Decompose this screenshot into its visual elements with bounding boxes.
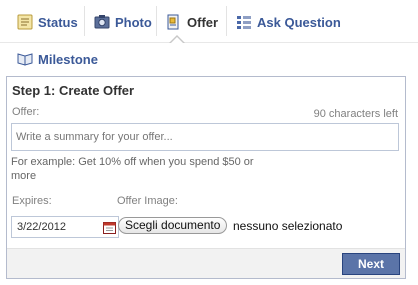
tab-status[interactable]: Status bbox=[17, 9, 78, 35]
composer-tabs: Status Photo Offer Ask Question Mileston… bbox=[0, 0, 418, 76]
calendar-icon[interactable] bbox=[103, 221, 116, 234]
file-status: nessuno selezionato bbox=[233, 219, 343, 233]
tab-status-label: Status bbox=[38, 14, 78, 30]
tab-row-divider bbox=[0, 42, 418, 43]
tab-photo-label: Photo bbox=[115, 14, 152, 30]
tab-offer[interactable]: Offer bbox=[166, 9, 218, 35]
question-icon bbox=[237, 16, 251, 29]
tab-ask-question[interactable]: Ask Question bbox=[236, 9, 341, 35]
expires-date-input[interactable]: 3/22/2012 bbox=[11, 216, 119, 238]
selected-tab-caret-fill bbox=[170, 37, 184, 44]
tab-milestone-label: Milestone bbox=[38, 51, 98, 67]
expires-label: Expires: bbox=[12, 195, 52, 207]
composer: Status Photo Offer Ask Question Mileston… bbox=[0, 0, 418, 285]
step-title: Step 1: Create Offer bbox=[12, 83, 135, 98]
offer-image-label: Offer Image: bbox=[117, 195, 178, 207]
offer-summary-placeholder: Write a summary for your offer... bbox=[16, 131, 173, 143]
photo-icon bbox=[94, 15, 110, 29]
offer-example-hint: For example: Get 10% off when you spend … bbox=[11, 156, 254, 182]
tab-ask-question-label: Ask Question bbox=[257, 14, 341, 30]
tab-photo[interactable]: Photo bbox=[94, 9, 152, 35]
tab-divider bbox=[156, 6, 157, 36]
choose-file-button[interactable]: Scegli documento bbox=[118, 217, 228, 234]
offer-panel: Step 1: Create Offer Offer: 90 character… bbox=[6, 76, 406, 279]
status-icon bbox=[17, 14, 33, 30]
panel-footer: Next bbox=[7, 248, 405, 278]
tab-offer-label: Offer bbox=[187, 14, 219, 30]
tab-milestone[interactable]: Milestone bbox=[17, 46, 98, 72]
tab-divider bbox=[84, 6, 85, 36]
milestone-icon bbox=[17, 53, 33, 66]
characters-left: 90 characters left bbox=[313, 108, 398, 120]
next-button[interactable]: Next bbox=[342, 253, 400, 275]
offer-icon bbox=[167, 14, 179, 30]
offer-label: Offer: bbox=[12, 106, 40, 118]
tab-divider bbox=[226, 6, 227, 36]
expires-date-value: 3/22/2012 bbox=[17, 221, 66, 233]
offer-summary-input[interactable]: Write a summary for your offer... bbox=[11, 123, 399, 151]
